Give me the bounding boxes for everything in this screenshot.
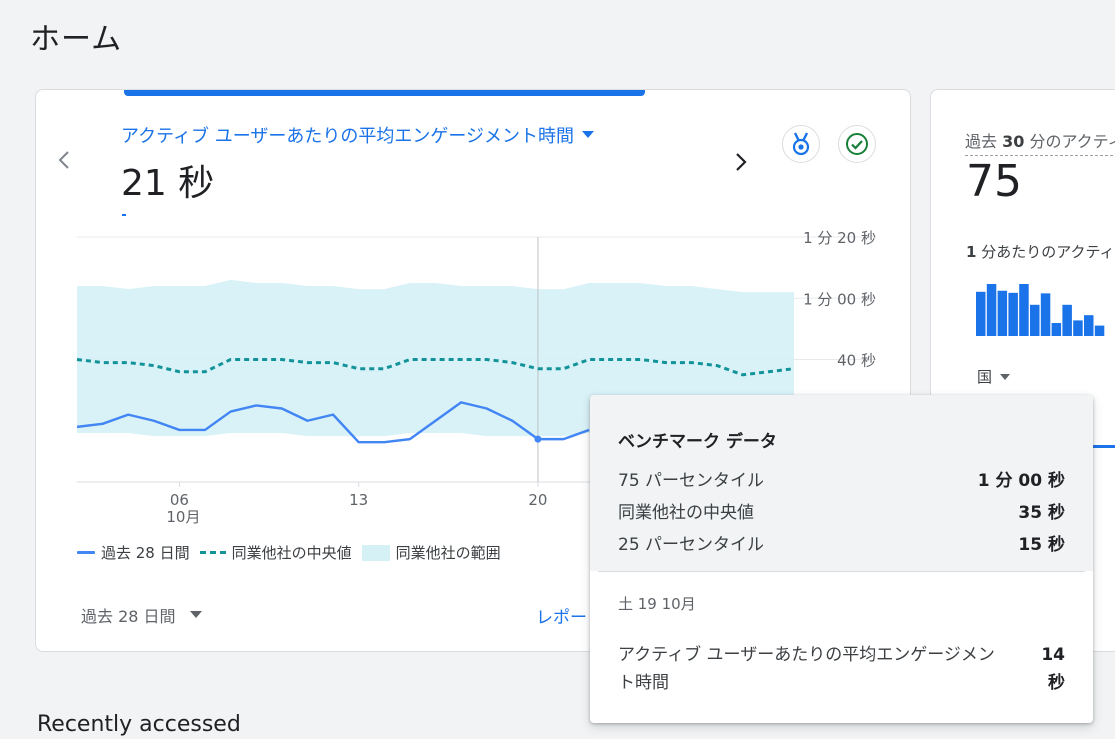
realtime-bar [1019, 284, 1029, 336]
tooltip-row: 75 パーセンタイル 1 分 00 秒 [618, 466, 1065, 491]
tooltip-header: ベンチマーク データ 75 パーセンタイル 1 分 00 秒 同業他社の中央値 … [590, 395, 1093, 571]
realtime-bar [1008, 292, 1018, 336]
country-bar [1091, 445, 1115, 448]
tooltip-row: 25 パーセンタイル 15 秒 [618, 530, 1065, 555]
legend-swatch-dash [199, 551, 226, 554]
realtime-title-number: 30 [1002, 132, 1025, 151]
x-tick-month-label: 10月 [166, 508, 200, 526]
realtime-bar [1062, 304, 1072, 336]
realtime-bar [1073, 320, 1083, 336]
tooltip-date: 土 19 10月 [618, 595, 696, 613]
realtime-title-suffix: 分のアクティブ ユーザー [1029, 132, 1115, 151]
realtime-bar [997, 290, 1008, 336]
tooltip-row: 同業他社の中央値 35 秒 [618, 498, 1065, 523]
x-tick-label: 20 [528, 491, 547, 509]
legend-item-range[interactable]: 同業他社の範囲 [361, 542, 501, 563]
realtime-bar [976, 291, 986, 336]
tooltip-row-value: 35 秒 [1018, 503, 1065, 523]
country-label: 国 [977, 368, 993, 386]
legend-label-series: 過去 28 日間 [101, 544, 190, 562]
y-tick-label: 1 分 20 秒 [803, 229, 876, 247]
realtime-bar [1051, 323, 1062, 336]
realtime-bar-chart[interactable] [976, 270, 1115, 340]
benchmark-tooltip: ベンチマーク データ 75 パーセンタイル 1 分 00 秒 同業他社の中央値 … [590, 395, 1093, 723]
date-range-label: 過去 28 日間 [81, 607, 176, 626]
legend-swatch-area [361, 544, 390, 561]
tooltip-row-label: 25 パーセンタイル [618, 535, 765, 555]
legend-label-median: 同業他社の中央値 [231, 544, 352, 562]
realtime-subtitle-number: 1 [966, 243, 977, 261]
tooltip-row-value: 1 分 00 秒 [977, 471, 1065, 491]
tooltip-row-label: 75 パーセンタイル [618, 471, 765, 491]
chart-legend: 過去 28 日間 同業他社の中央値 同業他社の範囲 [77, 542, 501, 563]
tooltip-divider [598, 571, 1085, 572]
realtime-subtitle: 1 分あたりのアクティブ ユーザー [966, 241, 1115, 262]
realtime-bar [1030, 304, 1040, 336]
y-tick-label: 1 分 00 秒 [803, 290, 876, 308]
page-title: ホーム [30, 22, 123, 57]
dropdown-arrow-icon [1000, 373, 1011, 380]
realtime-title[interactable]: 過去 30 分のアクティブ ユーザー [965, 128, 1115, 156]
country-dropdown[interactable]: 国 [977, 366, 1011, 387]
recently-accessed-heading: Recently accessed [37, 712, 241, 737]
tooltip-row-label: 同業他社の中央値 [618, 503, 754, 523]
legend-label-range: 同業他社の範囲 [395, 544, 501, 562]
legend-item-series[interactable]: 過去 28 日間 [77, 542, 190, 563]
legend-swatch-line [77, 551, 95, 554]
realtime-bar [1040, 293, 1051, 336]
x-tick-label: 06 [170, 491, 189, 509]
tooltip-row-value: 15 秒 [1018, 535, 1065, 555]
realtime-bar [986, 284, 997, 336]
date-range-dropdown[interactable]: 過去 28 日間 [81, 603, 202, 627]
hover-point [534, 435, 542, 443]
dropdown-arrow-icon [189, 611, 202, 618]
x-tick-label: 13 [349, 491, 368, 509]
tooltip-metric-label: アクティブ ユーザーあたりの平均エンゲージメント時間 [618, 645, 995, 693]
realtime-bar [1094, 325, 1105, 336]
realtime-bar [1084, 315, 1094, 336]
y-tick-label: 40 秒 [837, 352, 876, 370]
legend-item-median[interactable]: 同業他社の中央値 [199, 542, 352, 563]
tooltip-metric-value: 14 秒 [1041, 645, 1065, 693]
tooltip-title: ベンチマーク データ [618, 432, 777, 452]
realtime-title-prefix: 過去 [965, 132, 1003, 151]
realtime-subtitle-text: 分あたりのアクティブ ユーザー [981, 243, 1115, 261]
realtime-value: 75 [966, 156, 1022, 207]
